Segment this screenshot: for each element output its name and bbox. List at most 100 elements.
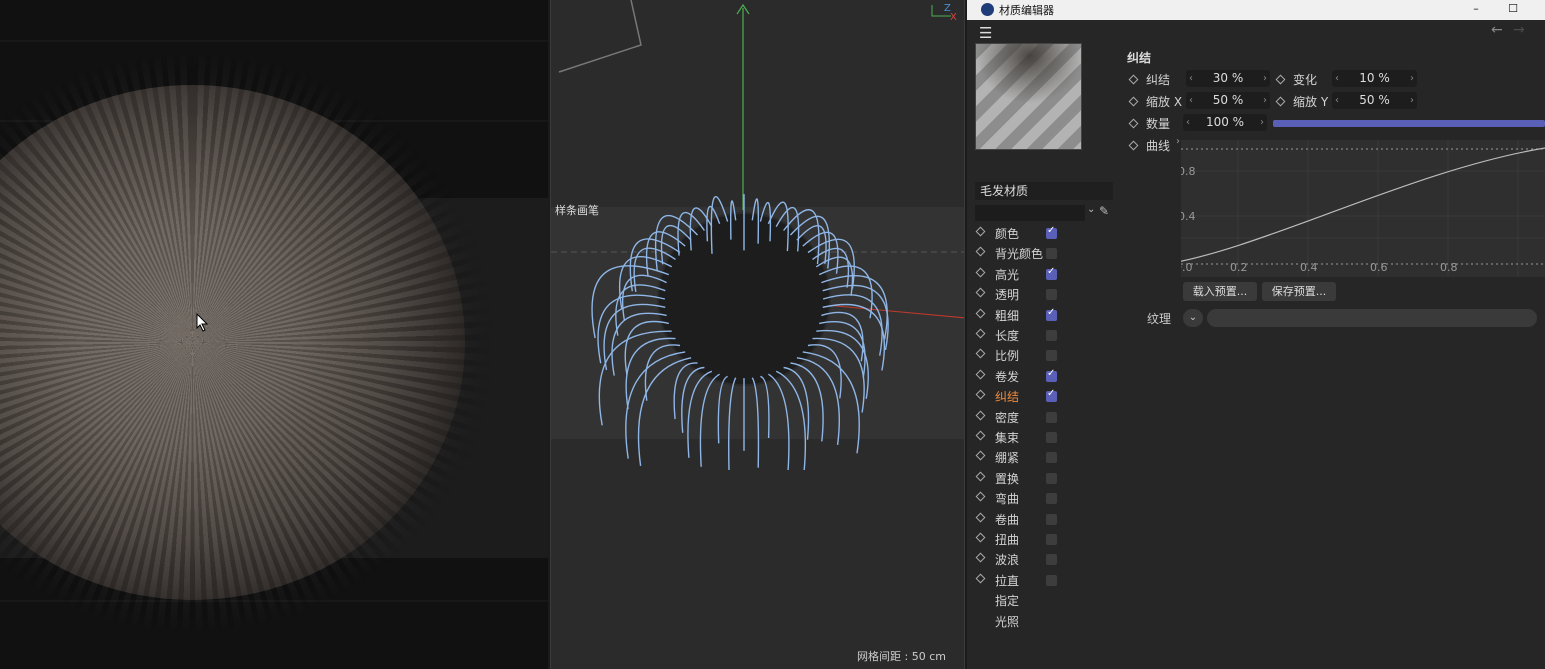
channel-item[interactable]: 长度 bbox=[975, 326, 1057, 346]
keyframe-diamond-icon[interactable] bbox=[975, 287, 986, 298]
keyframe-diamond-icon[interactable] bbox=[975, 267, 986, 278]
keyframe-diamond-icon[interactable] bbox=[1128, 96, 1139, 107]
channel-checkbox[interactable] bbox=[1046, 574, 1057, 586]
channel-label: 透明 bbox=[995, 288, 1020, 303]
keyframe-diamond-icon[interactable] bbox=[975, 308, 986, 319]
scale-x-field[interactable]: ‹ 50 % › bbox=[1186, 92, 1270, 109]
keyframe-diamond-icon[interactable] bbox=[975, 450, 986, 461]
increment-arrow-icon[interactable]: › bbox=[1410, 70, 1414, 87]
channel-item[interactable]: 置换 bbox=[975, 469, 1057, 489]
channel-checkbox[interactable] bbox=[1046, 368, 1057, 382]
eyedropper-icon[interactable]: ✎ bbox=[1099, 204, 1109, 218]
channel-item[interactable]: 颜色 bbox=[975, 224, 1057, 244]
keyframe-diamond-icon[interactable] bbox=[975, 512, 986, 523]
channel-item[interactable]: 比例 bbox=[975, 346, 1057, 366]
channel-checkbox[interactable] bbox=[1046, 350, 1057, 362]
title-bar[interactable]: 材质编辑器 – ☐ bbox=[967, 0, 1545, 20]
hamburger-menu-icon[interactable]: ☰ bbox=[979, 24, 992, 42]
axis-x-label: X bbox=[950, 12, 957, 23]
channel-item[interactable]: 弯曲 bbox=[975, 489, 1057, 509]
material-editor-window[interactable]: 材质编辑器 – ☐ ☰ ← → 毛发材质 ⌄ ✎ 颜色背光颜色高光透明粗细长度比… bbox=[967, 0, 1545, 669]
channel-search-input[interactable] bbox=[975, 205, 1085, 221]
amount-field[interactable]: ‹ 100 % › bbox=[1183, 114, 1267, 131]
keyframe-diamond-icon[interactable] bbox=[975, 246, 986, 257]
channel-item[interactable]: 背光颜色 bbox=[975, 244, 1057, 264]
texture-dropdown-chevron-icon[interactable]: ⌄ bbox=[1183, 309, 1203, 327]
channel-item[interactable]: 卷曲 bbox=[975, 510, 1057, 530]
keyframe-diamond-icon[interactable] bbox=[975, 348, 986, 359]
channel-checkbox[interactable] bbox=[1046, 493, 1057, 505]
decrement-arrow-icon[interactable]: ‹ bbox=[1186, 114, 1190, 131]
channel-item[interactable]: 纠结 bbox=[975, 387, 1057, 407]
channel-checkbox[interactable] bbox=[1046, 534, 1057, 545]
channel-item[interactable]: 密度 bbox=[975, 408, 1057, 428]
material-name-field[interactable]: 毛发材质 bbox=[975, 182, 1113, 200]
keyframe-diamond-icon[interactable] bbox=[975, 471, 986, 482]
render-view[interactable] bbox=[0, 0, 548, 669]
keyframe-diamond-icon[interactable] bbox=[975, 430, 986, 441]
forward-arrow-icon[interactable]: → bbox=[1513, 22, 1525, 38]
keyframe-diamond-icon[interactable] bbox=[1128, 74, 1139, 85]
kink-field[interactable]: ‹ 30 % › bbox=[1186, 70, 1270, 87]
channel-item[interactable]: 高光 bbox=[975, 265, 1057, 285]
channel-checkbox[interactable] bbox=[1046, 513, 1057, 525]
channel-item[interactable]: 粗细 bbox=[975, 306, 1057, 326]
channel-item[interactable]: 扭曲 bbox=[975, 530, 1057, 550]
keyframe-diamond-icon[interactable] bbox=[975, 573, 986, 584]
increment-arrow-icon[interactable]: › bbox=[1410, 92, 1414, 109]
keyframe-diamond-icon[interactable] bbox=[1128, 118, 1139, 129]
keyframe-diamond-icon[interactable] bbox=[975, 410, 986, 421]
channel-item[interactable]: 卷发 bbox=[975, 367, 1057, 387]
back-arrow-icon[interactable]: ← bbox=[1491, 22, 1503, 38]
variation-field[interactable]: ‹ 10 % › bbox=[1332, 70, 1417, 87]
3d-viewport[interactable]: Z X 样条画笔 网格间距 : 50 cm bbox=[550, 0, 965, 669]
channel-checkbox[interactable] bbox=[1046, 248, 1057, 260]
material-preview[interactable] bbox=[975, 43, 1082, 150]
keyframe-diamond-icon[interactable] bbox=[975, 328, 986, 339]
keyframe-diamond-icon[interactable] bbox=[975, 389, 986, 400]
increment-arrow-icon[interactable]: › bbox=[1260, 114, 1264, 131]
decrement-arrow-icon[interactable]: ‹ bbox=[1335, 92, 1339, 109]
channel-checkbox[interactable] bbox=[1046, 330, 1057, 341]
increment-arrow-icon[interactable]: › bbox=[1263, 92, 1267, 109]
channel-item[interactable]: 集束 bbox=[975, 428, 1057, 448]
expand-arrow-icon[interactable]: › bbox=[1176, 136, 1180, 147]
decrement-arrow-icon[interactable]: ‹ bbox=[1189, 92, 1193, 109]
channel-checkbox[interactable] bbox=[1046, 388, 1057, 403]
decrement-arrow-icon[interactable]: ‹ bbox=[1335, 70, 1339, 87]
channel-checkbox[interactable] bbox=[1046, 452, 1057, 464]
channel-checkbox[interactable] bbox=[1046, 225, 1057, 239]
keyframe-diamond-icon[interactable] bbox=[975, 552, 986, 563]
keyframe-diamond-icon[interactable] bbox=[1128, 140, 1139, 151]
keyframe-diamond-icon[interactable] bbox=[975, 491, 986, 502]
channel-checkbox[interactable] bbox=[1046, 472, 1057, 484]
channel-checkbox[interactable] bbox=[1046, 411, 1057, 423]
channel-item[interactable]: 绷紧 bbox=[975, 448, 1057, 468]
channel-checkbox[interactable] bbox=[1046, 554, 1057, 566]
channel-item[interactable]: 波浪 bbox=[975, 550, 1057, 570]
load-preset-button[interactable]: 载入预置... bbox=[1183, 282, 1257, 301]
scale-y-field[interactable]: ‹ 50 % › bbox=[1332, 92, 1417, 109]
keyframe-diamond-icon[interactable] bbox=[975, 226, 986, 237]
channel-checkbox[interactable] bbox=[1046, 432, 1057, 443]
minimize-button[interactable]: – bbox=[1467, 0, 1485, 20]
keyframe-diamond-icon[interactable] bbox=[975, 532, 986, 543]
channel-checkbox[interactable] bbox=[1046, 266, 1057, 280]
decrement-arrow-icon[interactable]: ‹ bbox=[1189, 70, 1193, 87]
increment-arrow-icon[interactable]: › bbox=[1263, 70, 1267, 87]
channel-item[interactable]: 拉直 bbox=[975, 571, 1057, 591]
channel-checkbox[interactable] bbox=[1046, 307, 1057, 321]
channel-item[interactable]: 透明 bbox=[975, 285, 1057, 305]
channel-checkbox[interactable] bbox=[1046, 289, 1057, 301]
curve-editor[interactable]: 0.8 0.4 0.0 0.2 0.4 0.6 0.8 bbox=[1160, 140, 1545, 277]
keyframe-diamond-icon[interactable] bbox=[1275, 96, 1286, 107]
keyframe-diamond-icon[interactable] bbox=[975, 369, 986, 380]
chevron-down-icon[interactable]: ⌄ bbox=[1087, 204, 1095, 215]
keyframe-diamond-icon[interactable] bbox=[1275, 74, 1286, 85]
maximize-button[interactable]: ☐ bbox=[1504, 0, 1522, 20]
channel-item[interactable]: 光照 bbox=[977, 612, 1057, 632]
amount-slider[interactable] bbox=[1273, 120, 1545, 127]
channel-item[interactable]: 指定 bbox=[977, 591, 1057, 611]
save-preset-button[interactable]: 保存预置... bbox=[1262, 282, 1336, 301]
texture-field[interactable] bbox=[1207, 309, 1537, 327]
